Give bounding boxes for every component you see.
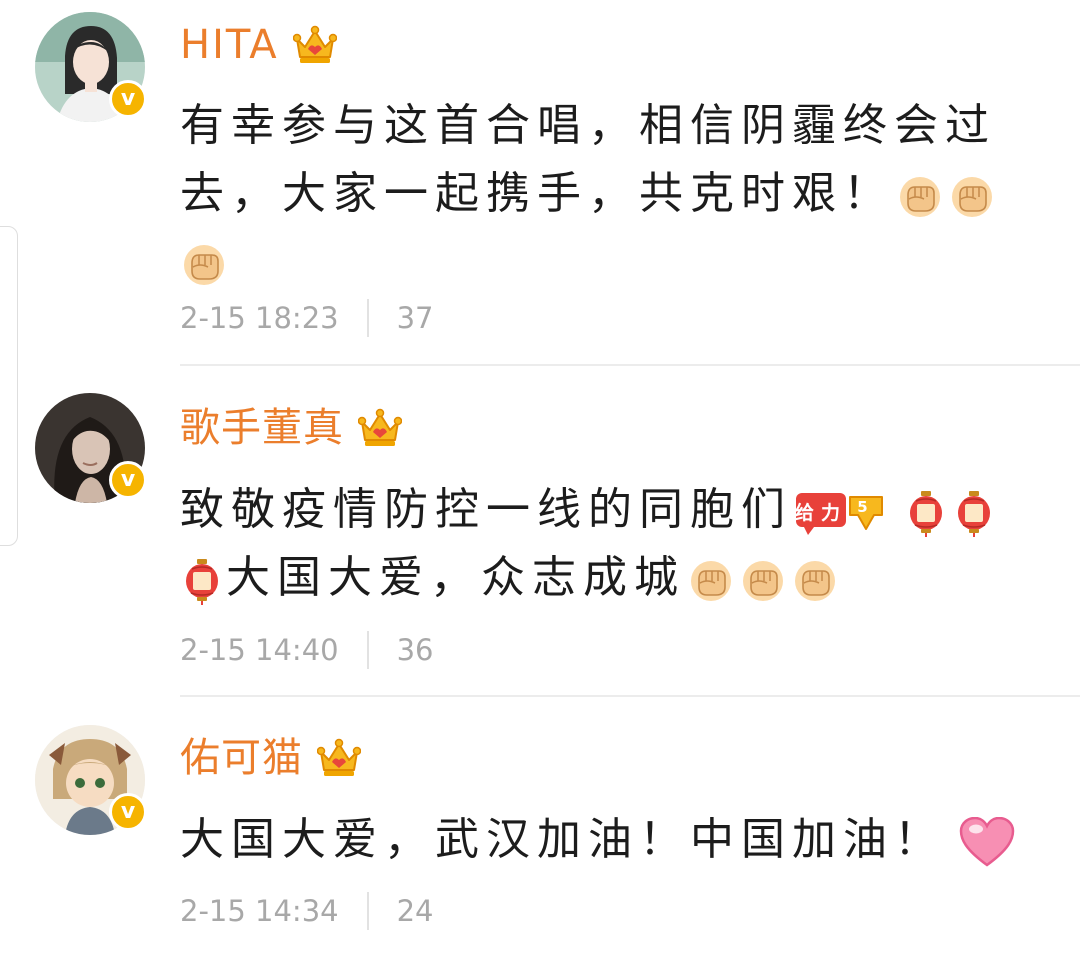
lantern-emoji-icon [182,557,222,605]
crown-icon [317,738,361,778]
username[interactable]: 佑可猫 [180,736,303,780]
fist-emoji-icon [898,175,942,219]
heart-emoji-icon [959,817,1015,869]
comment-time: 2-15 14:34 [180,894,339,928]
comment-text-line: 有幸参与这首合唱，相信阴霾终会过 [180,100,996,151]
avatar[interactable]: v [35,12,147,122]
fist-emoji-icon [689,559,733,603]
side-panel-edge[interactable] [0,226,18,546]
meta-separator [366,631,369,669]
fist-emoji-icon [950,175,994,219]
meta-separator [366,299,369,337]
comment-text: 致敬疫情防控一线的同胞们 给力 5 大国大爱，众志成城 [180,476,1040,612]
comment-text-line: 去，大家一起携手，共克时艰！ [180,160,1040,228]
fist-emoji-icon [793,559,837,603]
verified-badge-icon: v [109,461,147,499]
avatar[interactable]: v [35,393,147,503]
jiayou-emoji-label: 给力 [795,501,847,524]
comment-list: v HITA 有幸参与这首合唱，相信阴霾终会过 去，大家一起携手，共克时艰！ 2… [0,0,1080,965]
comment-text-line [180,228,1040,296]
verified-badge-icon: v [109,793,147,831]
comment-meta: 2-15 18:23 37 [180,298,434,338]
meta-separator [366,892,369,930]
like-count[interactable]: 36 [397,633,434,667]
crown-icon [293,25,337,65]
comment-text-line: 致敬疫情防控一线的同胞们 给力 5 [180,476,1040,544]
jiayou-emoji-icon: 给力 5 [795,492,883,535]
lantern-emoji-icon [906,489,946,537]
crown-icon [358,408,402,448]
fist-emoji-icon [182,243,226,287]
comment-text-line: 大国大爱，武汉加油！中国加油！ [180,806,1040,874]
comment-text-line: 大国大爱，众志成城 [180,544,1040,612]
fist-emoji-icon [741,559,785,603]
comment-text: 大国大爱，武汉加油！中国加油！ [180,806,1040,874]
comment-time: 2-15 14:40 [180,633,339,667]
comment-divider [180,364,1080,366]
verified-badge-icon: v [109,80,147,118]
like-count[interactable]: 37 [397,301,434,335]
comment-text: 有幸参与这首合唱，相信阴霾终会过 去，大家一起携手，共克时艰！ [180,92,1040,296]
comment-meta: 2-15 14:34 24 [180,891,434,931]
svg-text:5: 5 [857,498,874,516]
username-row: HITA [180,15,337,75]
avatar[interactable]: v [35,725,147,835]
comment-divider [180,695,1080,697]
username[interactable]: HITA [180,23,279,67]
comment-meta: 2-15 14:40 36 [180,630,434,670]
username[interactable]: 歌手董真 [180,406,344,450]
comment-time: 2-15 18:23 [180,301,339,335]
username-row: 佑可猫 [180,728,361,788]
username-row: 歌手董真 [180,398,402,458]
lantern-emoji-icon [954,489,994,537]
like-count[interactable]: 24 [397,894,434,928]
